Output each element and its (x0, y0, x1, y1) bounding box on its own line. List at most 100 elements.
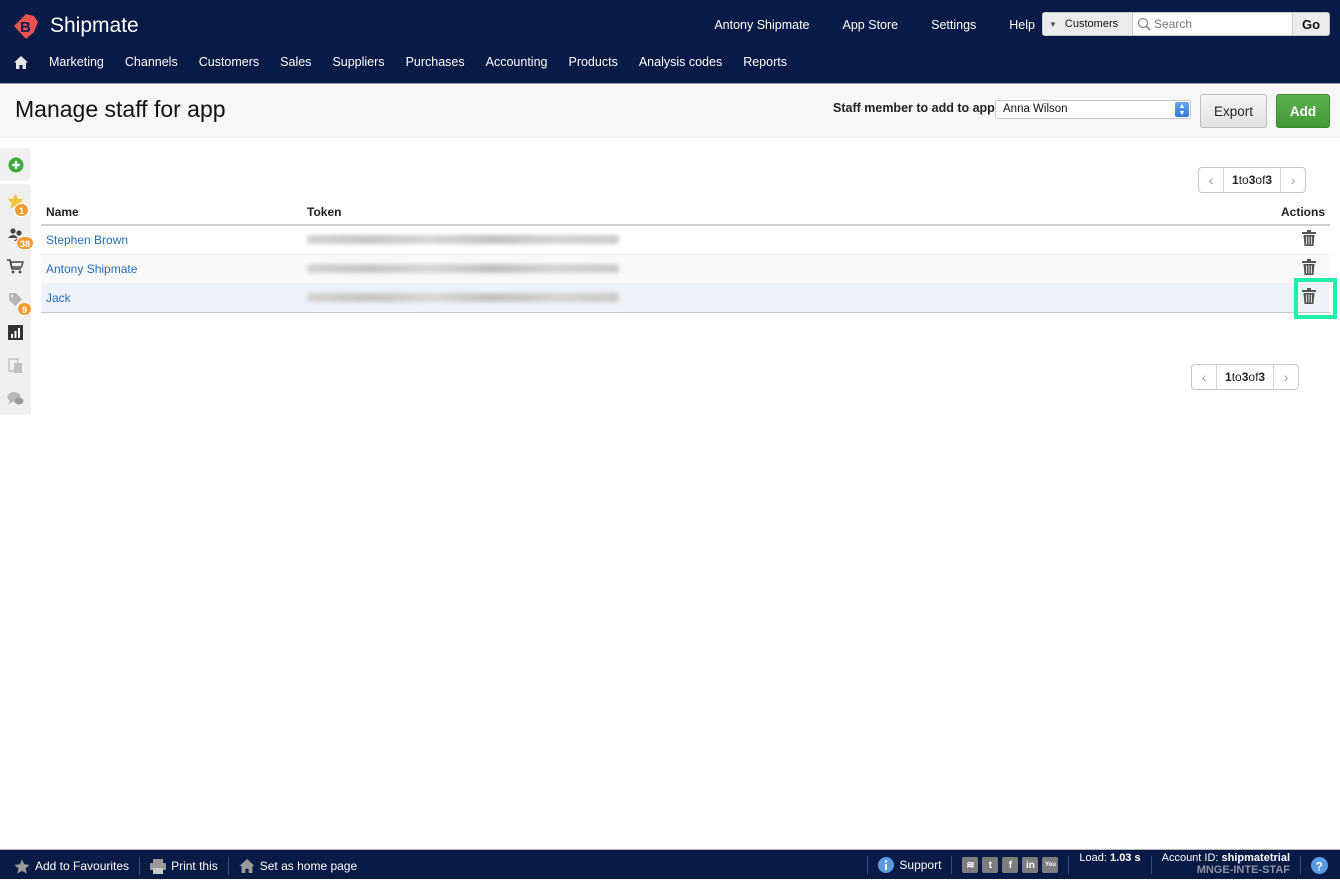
rss-icon[interactable]: ≋ (962, 857, 979, 873)
settings-link[interactable]: Settings (931, 18, 976, 32)
caret-down-icon: ▼ (1049, 19, 1057, 29)
search-icon (1137, 17, 1151, 31)
printer-icon (150, 858, 167, 874)
nav-products[interactable]: Products (568, 55, 617, 69)
divider (867, 856, 869, 874)
staff-name-link[interactable]: Stephen Brown (46, 233, 128, 247)
search-placeholder: Search (1154, 17, 1193, 31)
add-to-favourites-link[interactable]: Add to Favourites (14, 858, 129, 874)
cart-badge: 38 (16, 236, 35, 250)
sidebar-add[interactable] (0, 148, 31, 181)
user-menu-link[interactable]: Antony Shipmate (714, 18, 809, 32)
users-badge: 1 (14, 203, 29, 217)
account-info: Account ID: shipmatetrial MNGE-INTE-STAF (1161, 852, 1290, 876)
divider (227, 857, 229, 875)
facebook-icon[interactable]: f (1002, 857, 1019, 873)
pagination-top: ‹ 1 to 3 of 3 › (1198, 167, 1307, 193)
page-range: 1 to 3 of 3 (1232, 173, 1273, 187)
main-nav: Marketing Channels Customers Sales Suppl… (14, 55, 808, 69)
sidebar: 1 38 9 (0, 148, 35, 415)
support-link[interactable]: Support (878, 857, 941, 873)
youtube-icon[interactable]: You (1042, 857, 1059, 873)
help-icon[interactable]: ? (1311, 856, 1328, 874)
nav-customers[interactable]: Customers (199, 55, 259, 69)
column-header-actions: Actions (1182, 200, 1330, 226)
nav-accounting[interactable]: Accounting (486, 55, 548, 69)
twitter-icon[interactable]: t (982, 857, 999, 873)
staff-name-link[interactable]: Antony Shipmate (46, 262, 137, 276)
prev-page-button[interactable]: ‹ (1192, 365, 1217, 389)
trash-icon (1302, 230, 1316, 247)
sidebar-clipboard[interactable] (0, 349, 31, 382)
target-highlight-box (1294, 278, 1337, 319)
table-row: Stephen Brown (41, 225, 1330, 255)
nav-channels[interactable]: Channels (125, 55, 178, 69)
linkedin-icon[interactable]: in (1022, 857, 1039, 873)
chat-icon (7, 392, 24, 405)
select-arrows-icon: ▲ ▼ (1175, 102, 1189, 117)
divider (1068, 856, 1070, 874)
home-icon (239, 859, 255, 873)
shipmate-logo-icon[interactable]: B (12, 12, 40, 40)
home-icon[interactable] (14, 55, 28, 69)
token-value-blurred (307, 263, 619, 273)
nav-purchases[interactable]: Purchases (406, 55, 465, 69)
staff-table: Name Token Actions Stephen Brown Antony … (41, 200, 1330, 313)
app-store-link[interactable]: App Store (843, 18, 899, 32)
divider (951, 856, 953, 874)
sidebar-chat[interactable] (0, 382, 31, 415)
nav-analysis-codes[interactable]: Analysis codes (639, 55, 722, 69)
sidebar-reports[interactable]: 9 (0, 302, 32, 349)
help-link[interactable]: Help (1009, 18, 1035, 32)
chart-icon (8, 325, 23, 340)
search-go-button[interactable]: Go (1292, 13, 1329, 35)
trash-icon (1302, 259, 1316, 275)
prev-page-button[interactable]: ‹ (1199, 168, 1224, 192)
app-name[interactable]: Shipmate (50, 14, 139, 38)
staff-member-select[interactable]: Anna Wilson ▲ ▼ (995, 100, 1191, 119)
divider (139, 857, 141, 875)
cart-icon (7, 259, 24, 274)
nav-sales[interactable]: Sales (280, 55, 311, 69)
top-bar: B Shipmate Antony Shipmate App Store Set… (0, 0, 1340, 84)
nav-suppliers[interactable]: Suppliers (332, 55, 384, 69)
column-header-name[interactable]: Name (41, 200, 302, 226)
nav-reports[interactable]: Reports (743, 55, 787, 69)
svg-text:?: ? (1316, 860, 1323, 873)
export-button[interactable]: Export (1200, 94, 1267, 128)
reports-badge: 9 (17, 302, 32, 316)
nav-marketing[interactable]: Marketing (49, 55, 104, 69)
page-code: MNGE-INTE-STAF (1196, 864, 1290, 876)
column-header-token[interactable]: Token (302, 200, 1183, 226)
page-range: 1 to 3 of 3 (1225, 370, 1266, 384)
add-icon (8, 157, 23, 172)
token-value-blurred (307, 234, 619, 244)
next-page-button[interactable]: › (1280, 168, 1305, 192)
divider (1150, 856, 1152, 874)
delete-button[interactable] (1302, 259, 1316, 278)
token-value-blurred (307, 292, 619, 302)
top-nav: Antony Shipmate App Store Settings Help (714, 18, 1035, 32)
set-home-page-link[interactable]: Set as home page (239, 859, 357, 873)
star-icon (14, 858, 30, 874)
page-title: Manage staff for app (15, 96, 226, 122)
next-page-button[interactable]: › (1273, 365, 1298, 389)
divider (1300, 856, 1301, 874)
staff-select-value: Anna Wilson (1003, 103, 1068, 115)
footer-bar: Add to Favourites Print this Set as home… (0, 849, 1340, 879)
social-links: ≋ t f in You (962, 857, 1059, 873)
staff-select-label: Staff member to add to app (833, 101, 995, 115)
search-input[interactable]: Search (1133, 13, 1292, 35)
add-button[interactable]: Add (1276, 94, 1330, 128)
table-header-row: Name Token Actions (41, 200, 1330, 226)
sidebar-cart[interactable]: 38 (0, 236, 35, 283)
global-search: ▼ Customers Search Go (1042, 12, 1330, 36)
table-row: Jack (41, 283, 1330, 313)
delete-button[interactable] (1302, 230, 1316, 249)
print-link[interactable]: Print this (150, 858, 218, 874)
table-row: Antony Shipmate (41, 254, 1330, 284)
svg-text:B: B (20, 19, 31, 36)
staff-name-link[interactable]: Jack (46, 291, 71, 305)
clipboard-icon (8, 357, 22, 373)
search-scope-dropdown[interactable]: ▼ Customers (1043, 13, 1133, 35)
